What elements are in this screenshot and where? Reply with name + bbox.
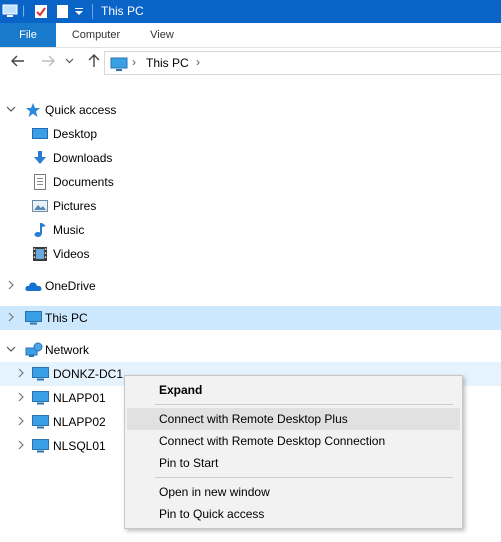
menu-item-pin-quick-access[interactable]: Pin to Quick access — [127, 503, 460, 525]
tree-item-network[interactable]: Network — [0, 338, 501, 362]
menu-item-label: Connect with Remote Desktop Connection — [159, 434, 386, 448]
recent-locations-button[interactable] — [62, 54, 76, 72]
tree-item-desktop[interactable]: Desktop — [0, 122, 501, 146]
menu-item-pin-to-start[interactable]: Pin to Start — [127, 452, 460, 474]
menu-item-label: Pin to Quick access — [159, 507, 265, 521]
forward-arrow-icon — [42, 55, 55, 67]
desktop-icon — [32, 126, 48, 142]
tree-item-this-pc[interactable]: This PC — [0, 306, 501, 330]
tree-item-videos[interactable]: Videos — [0, 242, 501, 266]
tree-label: NLAPP01 — [53, 391, 106, 405]
toolbar-divider: | — [22, 3, 26, 17]
chevron-right-icon[interactable] — [5, 310, 17, 324]
menu-item-connect-rdc[interactable]: Connect with Remote Desktop Connection — [127, 430, 460, 452]
music-icon — [32, 222, 48, 238]
back-arrow-icon — [11, 55, 24, 67]
tree-label: Downloads — [53, 151, 113, 165]
chevron-right-icon[interactable] — [15, 438, 27, 452]
tree-label: Pictures — [53, 199, 97, 213]
new-folder-icon[interactable] — [56, 4, 69, 22]
network-icon — [25, 342, 43, 358]
tab-view[interactable]: View — [136, 23, 188, 47]
tree-item-music[interactable]: Music — [0, 218, 501, 242]
computer-icon — [32, 366, 49, 382]
chevron-down-icon[interactable] — [5, 102, 17, 116]
chevron-down-icon[interactable] — [5, 342, 17, 356]
menu-item-label: Connect with Remote Desktop Plus — [159, 412, 348, 426]
tree-label: Desktop — [53, 127, 98, 141]
chevron-right-icon[interactable] — [15, 366, 27, 380]
tree-item-quick-access[interactable]: Quick access — [0, 98, 501, 122]
pictures-icon — [32, 198, 48, 214]
menu-item-connect-rdp-plus[interactable]: Connect with Remote Desktop Plus — [127, 408, 460, 430]
menu-item-open-new-window[interactable]: Open in new window — [127, 481, 460, 503]
tree-label: This PC — [45, 311, 88, 325]
ribbon: File Computer View — [0, 23, 501, 48]
tree-label: Network — [45, 343, 90, 357]
back-button[interactable] — [8, 54, 28, 72]
computer-icon — [32, 438, 49, 454]
tree-label: Quick access — [45, 103, 117, 117]
breadcrumb-chevron-icon[interactable]: › — [196, 55, 200, 69]
tree-label: NLAPP02 — [53, 415, 106, 429]
tab-computer[interactable]: Computer — [56, 23, 136, 47]
window-title: This PC — [101, 4, 144, 18]
menu-separator — [155, 477, 453, 478]
tab-file[interactable]: File — [0, 23, 56, 47]
up-button[interactable] — [84, 54, 104, 72]
this-pc-icon — [25, 310, 42, 326]
computer-icon — [32, 414, 49, 430]
title-separator — [92, 4, 93, 19]
star-icon — [25, 102, 41, 118]
chevron-down-icon — [65, 58, 73, 64]
tree-item-pictures[interactable]: Pictures — [0, 194, 501, 218]
chevron-right-icon[interactable] — [15, 414, 27, 428]
menu-item-label: Pin to Start — [159, 456, 219, 470]
tree-label: Documents — [53, 175, 114, 189]
this-pc-icon — [110, 57, 128, 74]
chevron-right-icon[interactable] — [15, 390, 27, 404]
onedrive-cloud-icon — [25, 278, 42, 294]
menu-item-label: Open in new window — [159, 485, 270, 499]
tree-item-documents[interactable]: Documents — [0, 170, 501, 194]
tree-label: NLSQL01 — [53, 439, 106, 453]
videos-icon — [32, 246, 48, 262]
breadcrumb-this-pc[interactable]: This PC — [146, 56, 189, 70]
menu-item-expand[interactable]: Expand — [127, 379, 460, 401]
forward-button[interactable] — [38, 54, 58, 72]
tree-item-downloads[interactable]: Downloads — [0, 146, 501, 170]
computer-icon — [32, 390, 49, 406]
tree-label: OneDrive — [45, 279, 96, 293]
properties-icon[interactable] — [34, 4, 48, 22]
tree-label: DONKZ-DC1 — [53, 367, 124, 381]
address-bar: › This PC › — [0, 48, 501, 79]
downloads-icon — [32, 150, 48, 166]
menu-item-label: Expand — [159, 383, 203, 397]
chevron-right-icon[interactable] — [5, 278, 17, 292]
tree-item-onedrive[interactable]: OneDrive — [0, 274, 501, 298]
address-field[interactable]: › This PC › — [104, 51, 501, 75]
customize-toolbar-icon[interactable] — [74, 3, 85, 21]
documents-icon — [32, 174, 48, 190]
title-bar: | This PC — [0, 0, 501, 23]
menu-separator — [155, 404, 453, 405]
tree-label: Music — [53, 223, 85, 237]
this-pc-window-icon — [2, 4, 18, 22]
breadcrumb-chevron-icon[interactable]: › — [132, 55, 136, 69]
tree-label: Videos — [53, 247, 90, 261]
context-menu: Expand Connect with Remote Desktop Plus … — [124, 375, 463, 529]
up-arrow-icon — [88, 54, 100, 67]
